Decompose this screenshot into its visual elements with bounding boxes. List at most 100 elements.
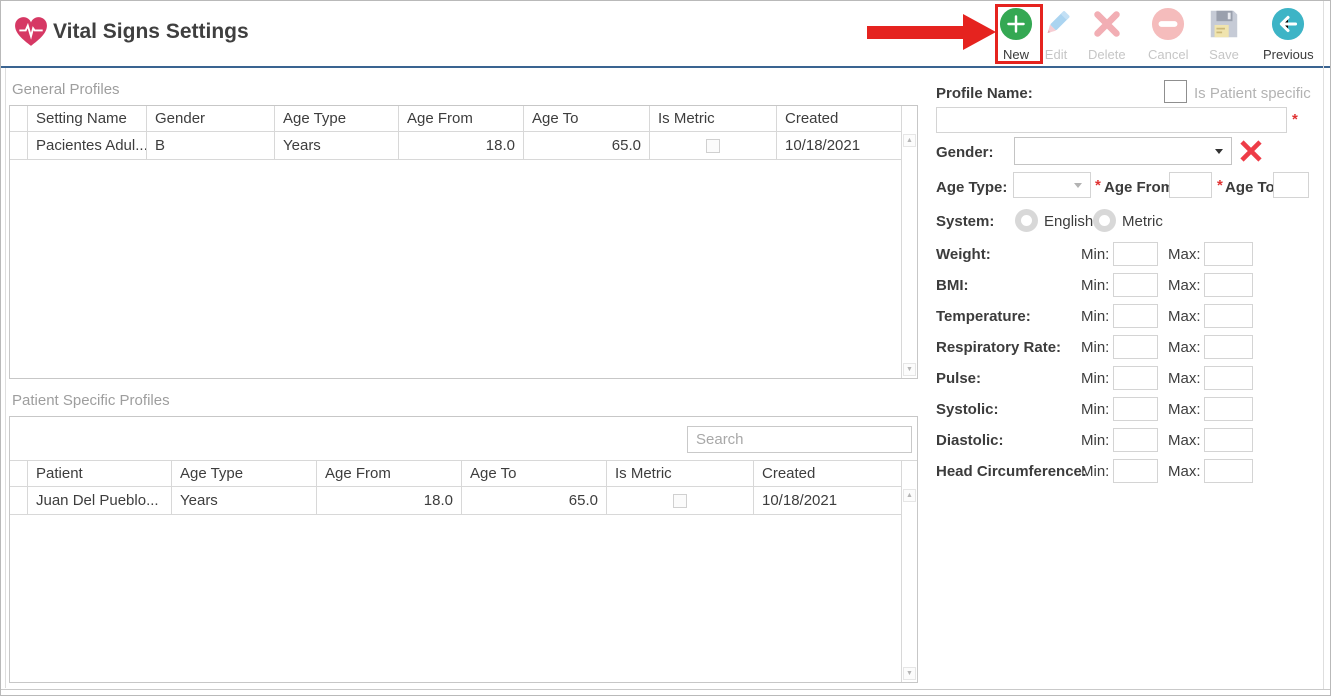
column-header[interactable]: Gender	[147, 106, 275, 131]
new-button[interactable]: New	[999, 7, 1033, 62]
scroll-up-icon[interactable]: ▲	[903, 489, 916, 502]
column-header[interactable]: Age To	[462, 461, 607, 486]
respiratory-rate-min-input[interactable]	[1113, 335, 1158, 359]
is-metric-cell	[607, 487, 754, 514]
patient-cell: Juan Del Pueblo...	[28, 487, 172, 514]
column-header[interactable]: Created	[754, 461, 901, 486]
bmi-min-input[interactable]	[1113, 273, 1158, 297]
gender-dropdown-value	[1015, 142, 1021, 159]
temperature-min-input[interactable]	[1113, 304, 1158, 328]
system-english-radio[interactable]	[1015, 209, 1038, 232]
search-input[interactable]	[687, 426, 912, 453]
column-header[interactable]: Patient	[28, 461, 172, 486]
pulse-max-input[interactable]	[1204, 366, 1253, 390]
general-profiles-scrollbar[interactable]: ▲ ▼	[901, 106, 917, 378]
max-label: Max:	[1168, 463, 1201, 480]
temperature-max-input[interactable]	[1204, 304, 1253, 328]
min-label: Min:	[1081, 308, 1110, 325]
weight-max-input[interactable]	[1204, 242, 1253, 266]
column-header[interactable]: Age Type	[275, 106, 399, 131]
gender-label: Gender:	[936, 144, 994, 161]
header-separator	[1, 66, 1330, 68]
previous-button-label: Previous	[1263, 47, 1314, 62]
max-label: Max:	[1168, 308, 1201, 325]
general-profiles-title: General Profiles	[12, 81, 120, 98]
profile-name-input[interactable]	[936, 107, 1287, 133]
previous-button[interactable]: Previous	[1263, 7, 1314, 62]
column-header[interactable]: Age From	[317, 461, 462, 486]
age-from-input[interactable]	[1169, 172, 1212, 198]
patient-profiles-scrollbar[interactable]: ▲ ▼	[901, 461, 917, 682]
column-header[interactable]: Setting Name	[28, 106, 147, 131]
age-type-dropdown[interactable]	[1013, 172, 1091, 198]
respiratory-rate-max-input[interactable]	[1204, 335, 1253, 359]
gender-clear-button[interactable]	[1239, 139, 1263, 167]
scroll-down-icon[interactable]: ▼	[903, 363, 916, 376]
weight-min-input[interactable]	[1113, 242, 1158, 266]
pencil-icon	[1039, 7, 1073, 45]
cancel-button-label: Cancel	[1148, 47, 1189, 62]
scroll-down-icon[interactable]: ▼	[903, 667, 916, 680]
min-label: Min:	[1081, 432, 1110, 449]
gender-dropdown[interactable]	[1014, 137, 1232, 165]
max-label: Max:	[1168, 246, 1201, 263]
table-row[interactable]: Juan Del Pueblo... Years 18.0 65.0 10/18…	[10, 487, 901, 515]
required-asterisk: *	[1217, 177, 1223, 194]
diastolic-max-input[interactable]	[1204, 428, 1253, 452]
save-button-label: Save	[1209, 47, 1239, 62]
max-label: Max:	[1168, 339, 1201, 356]
row-selector-cell[interactable]	[10, 487, 28, 514]
cancel-button[interactable]: Cancel	[1148, 7, 1188, 62]
save-button[interactable]: Save	[1207, 7, 1241, 62]
age-to-label: Age To:	[1225, 179, 1280, 196]
table-row[interactable]: Pacientes Adul... B Years 18.0 65.0 10/1…	[10, 132, 901, 160]
is-patient-specific-checkbox[interactable]	[1164, 80, 1187, 103]
heart-ecg-icon	[14, 16, 48, 51]
head-circumference-max-input[interactable]	[1204, 459, 1253, 483]
column-header[interactable]: Created	[777, 106, 901, 131]
age-to-input[interactable]	[1273, 172, 1309, 198]
column-header[interactable]: Age To	[524, 106, 650, 131]
max-label: Max:	[1168, 432, 1201, 449]
delete-button[interactable]: Delete	[1088, 7, 1126, 62]
age-from-cell: 18.0	[399, 132, 524, 159]
pulse-min-input[interactable]	[1113, 366, 1158, 390]
age-from-label: Age From:	[1104, 179, 1179, 196]
bmi-max-input[interactable]	[1204, 273, 1253, 297]
row-selector-cell[interactable]	[10, 132, 28, 159]
gender-cell: B	[147, 132, 275, 159]
systolic-min-input[interactable]	[1113, 397, 1158, 421]
age-to-cell: 65.0	[462, 487, 607, 514]
column-header[interactable]: Is Metric	[650, 106, 777, 131]
system-metric-radio[interactable]	[1093, 209, 1116, 232]
is-metric-cell	[650, 132, 777, 159]
left-border	[5, 68, 6, 688]
min-label: Min:	[1081, 401, 1110, 418]
bottom-border	[1, 689, 1330, 690]
respiratory-rate-label: Respiratory Rate:	[936, 339, 1062, 356]
min-label: Min:	[1081, 246, 1110, 263]
column-header[interactable]: Age From	[399, 106, 524, 131]
floppy-disk-icon	[1207, 7, 1241, 45]
system-english-label: English	[1044, 213, 1094, 230]
column-header[interactable]: Is Metric	[607, 461, 754, 486]
profile-name-label: Profile Name:	[936, 85, 1033, 102]
system-label: System:	[936, 213, 995, 230]
required-asterisk: *	[1095, 177, 1101, 194]
column-header[interactable]: Age Type	[172, 461, 317, 486]
min-label: Min:	[1081, 370, 1110, 387]
edit-button[interactable]: Edit	[1039, 7, 1073, 62]
created-cell: 10/18/2021	[785, 137, 861, 154]
annotation-arrow-icon	[963, 14, 996, 50]
max-label: Max:	[1168, 277, 1201, 294]
diastolic-min-input[interactable]	[1113, 428, 1158, 452]
patient-profiles-table: Patient Age Type Age From Age To Is Metr…	[9, 416, 918, 683]
is-metric-checkbox	[706, 138, 720, 153]
general-profiles-header-row: Setting Name Gender Age Type Age From Ag…	[10, 106, 901, 132]
head-circumference-label: Head Circumference:	[936, 463, 1087, 480]
head-circumference-min-input[interactable]	[1113, 459, 1158, 483]
is-patient-specific-label: Is Patient specific	[1194, 85, 1311, 102]
required-asterisk: *	[1292, 111, 1298, 128]
systolic-max-input[interactable]	[1204, 397, 1253, 421]
scroll-up-icon[interactable]: ▲	[903, 134, 916, 147]
